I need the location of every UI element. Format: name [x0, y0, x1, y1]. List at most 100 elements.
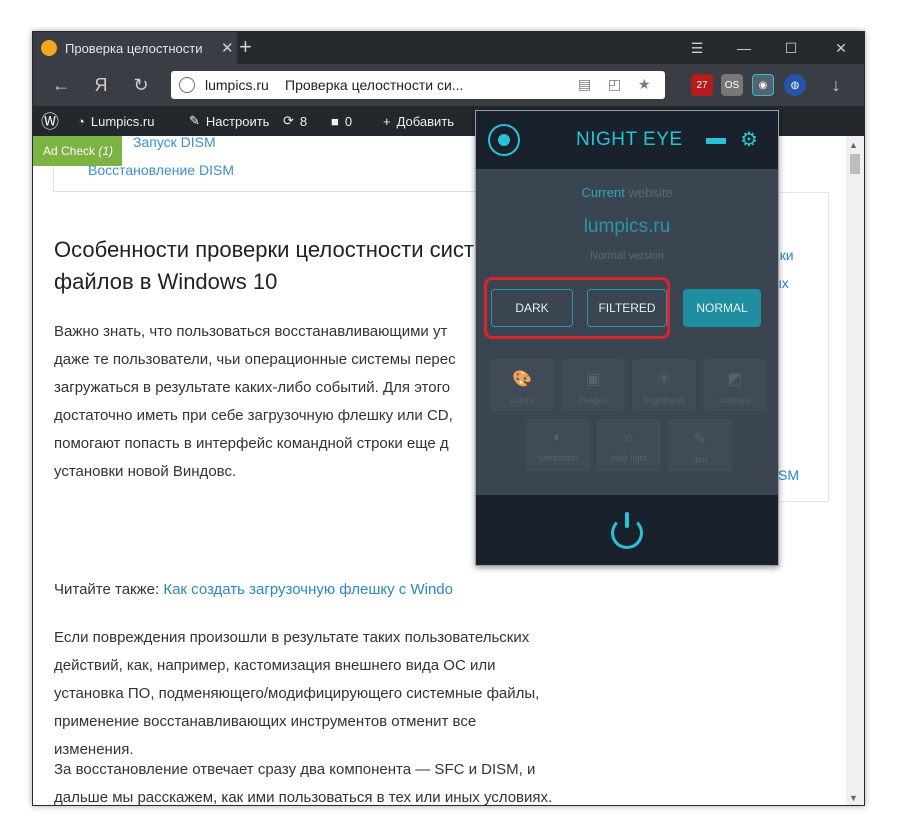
power-icon[interactable]: [611, 512, 643, 549]
paragraph-line: помогают попасть в интерфейс командной с…: [54, 435, 449, 452]
read-also-line: Читайте также: Как создать загрузочную ф…: [54, 576, 453, 604]
paragraph-line: За восстановление отвечает сразу два ком…: [54, 761, 536, 778]
ublock-extension-icon[interactable]: 27: [691, 74, 713, 96]
wp-site-name: Lumpics.ru: [90, 113, 155, 129]
wp-customize-label: Настроить: [205, 113, 270, 129]
wp-site-menu[interactable]: ◔ Lumpics.ru: [77, 106, 154, 136]
toc-link-dism-run[interactable]: Запуск DISM: [133, 136, 216, 150]
paragraph-1: Важно знать, что пользоваться восстанавл…: [54, 318, 456, 486]
address-page-title: Проверка целостности си...: [285, 77, 464, 93]
maximize-button[interactable]: ☐: [768, 32, 814, 64]
paragraph-line: установки новой Виндовс.: [54, 463, 237, 480]
yandex-logo-icon[interactable]: Я: [89, 73, 113, 97]
tile-label: blue light: [610, 453, 648, 463]
tile-colors: 🎨 colors: [490, 359, 554, 411]
globe-icon: [179, 77, 195, 93]
tile-label: saturation: [538, 453, 578, 463]
wp-comments-menu[interactable]: ■ 0: [331, 106, 352, 136]
downloads-icon[interactable]: ↓: [824, 73, 848, 97]
page-scrollbar[interactable]: ▲ ▼: [846, 136, 864, 805]
image-icon: ▣: [585, 371, 601, 388]
address-domain: lumpics.ru: [205, 77, 269, 93]
close-window-button[interactable]: ✕: [818, 32, 864, 64]
tile-blue-light: ☼ blue light: [597, 419, 661, 471]
tile-label: contrast: [718, 395, 751, 405]
section-heading-line-2: файлов в Windows 10: [54, 269, 278, 294]
paragraph-line: Важно знать, что пользоваться восстанавл…: [54, 323, 448, 340]
palette-icon: 🎨: [512, 371, 532, 388]
current-prefix: Current: [581, 185, 625, 200]
brightness-icon: ☀: [656, 371, 672, 388]
paragraph-line: дальше мы расскажем, как ими пользоватьс…: [54, 789, 553, 806]
ad-check-badge[interactable]: Ad Check (1): [33, 136, 122, 166]
scrollbar-thumb[interactable]: [850, 154, 860, 174]
navigation-bar: ← Я ↻ lumpics.ru Проверка целостности си…: [33, 64, 864, 106]
tile-images: ▣ images: [561, 359, 625, 411]
contrast-icon: ◩: [727, 371, 743, 388]
ad-check-label: Ad Check: [43, 144, 96, 158]
reload-button[interactable]: ↻: [129, 73, 153, 97]
current-suffix: website: [628, 185, 673, 200]
browser-tab[interactable]: Проверка целостности ✕: [33, 32, 237, 64]
blue-light-icon: ☼: [621, 429, 637, 446]
paragraph-2: Если повреждения произошли в результате …: [54, 624, 539, 764]
back-button[interactable]: ←: [49, 73, 73, 97]
night-eye-popup: NIGHT EYE ▬ ⚙ Current website lumpics.ru…: [475, 110, 779, 566]
updates-icon: ⟳: [283, 113, 294, 128]
tab-bar: Проверка целостности ✕ + ☰ — ☐ ✕: [33, 32, 864, 64]
tile-saturation: ◐ saturation: [526, 419, 590, 471]
brush-icon: ✎: [189, 113, 200, 128]
paragraph-line: достаточно иметь при себе загрузочную фл…: [54, 407, 453, 424]
reader-mode-icon[interactable]: ▤: [578, 76, 591, 93]
red-highlight-frame: [484, 277, 670, 339]
wp-customize-menu[interactable]: ✎ Настроить: [189, 106, 269, 136]
paragraph-line: загружаться в результате каких-либо собы…: [54, 379, 451, 396]
saturation-icon: ◐: [553, 429, 563, 446]
address-bar[interactable]: lumpics.ru Проверка целостности си... ▤ …: [171, 71, 665, 99]
night-eye-extension-icon[interactable]: ◉: [752, 74, 774, 96]
feedback-icon[interactable]: ▬: [706, 127, 726, 150]
dim-icon: ✎: [693, 431, 707, 448]
tile-brightness: ☀ brightness: [632, 359, 696, 411]
os-extension-label: OS: [724, 79, 740, 91]
translate-icon[interactable]: ◰: [608, 76, 621, 93]
current-website-label: Current website: [476, 185, 778, 200]
tab-close-icon[interactable]: ✕: [221, 39, 234, 57]
ublock-badge: 27: [696, 79, 708, 91]
browser-window: Проверка целостности ✕ + ☰ — ☐ ✕ ← Я ↻ l…: [32, 31, 865, 806]
section-heading-line-1: Особенности проверки целостности сист: [54, 237, 474, 262]
paragraph-line: применение восстанавливающих инструменто…: [54, 713, 477, 730]
version-label: Normal version: [590, 250, 664, 262]
wordpress-logo-icon[interactable]: Ⓦ: [41, 106, 59, 136]
mode-normal-button[interactable]: NORMAL: [683, 289, 761, 327]
wp-comments-count: 0: [344, 113, 353, 129]
bookmark-star-icon[interactable]: ★: [638, 76, 651, 93]
popup-header: NIGHT EYE ▬ ⚙: [476, 111, 778, 169]
wp-updates-menu[interactable]: ⟳ 8: [283, 106, 307, 136]
popup-brand: NIGHT EYE: [576, 129, 683, 150]
paragraph-line: установка ПО, подменяющего/модифицирующе…: [54, 685, 540, 702]
tile-label: brightness: [643, 395, 685, 405]
vpn-extension-icon[interactable]: ◍: [784, 74, 806, 96]
wp-add-menu[interactable]: + Добавить: [383, 106, 454, 136]
ad-check-count: (1): [98, 144, 114, 158]
wp-add-label: Добавить: [396, 113, 455, 129]
tile-dim: ✎ dim: [668, 419, 732, 471]
popup-footer: [476, 495, 778, 565]
os-extension-icon[interactable]: OS: [721, 74, 743, 96]
minimize-button[interactable]: —: [721, 32, 767, 64]
night-eye-logo-icon: [488, 124, 520, 156]
new-tab-button[interactable]: +: [239, 36, 252, 58]
scroll-down-icon[interactable]: ▼: [849, 793, 858, 803]
settings-gear-icon[interactable]: ⚙: [740, 127, 758, 152]
tab-title: Проверка целостности: [65, 40, 203, 56]
paragraph-line: действий, как, например, кастомизация вн…: [54, 657, 496, 674]
comment-icon: ■: [331, 113, 339, 129]
speedometer-icon: ◔: [77, 113, 85, 129]
wp-updates-count: 8: [299, 113, 308, 129]
scroll-up-icon[interactable]: ▲: [849, 140, 858, 150]
browser-menu-icon[interactable]: ☰: [674, 32, 720, 64]
current-site: lumpics.ru: [583, 216, 671, 237]
tile-contrast: ◩ contrast: [703, 359, 767, 411]
read-also-link[interactable]: Как создать загрузочную флешку с Windo: [163, 581, 453, 598]
